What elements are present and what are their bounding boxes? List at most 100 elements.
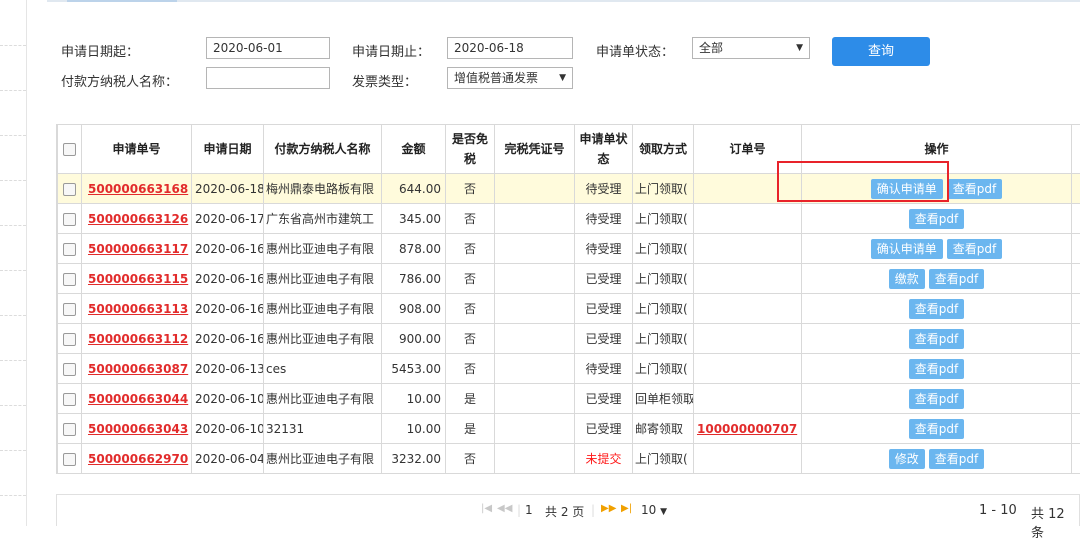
apply-no-link[interactable]: 500000663117	[82, 234, 192, 264]
pickup-method-cell: 上门领取(	[633, 204, 694, 234]
extra-cell	[1072, 414, 1080, 444]
ops-cell: 查看pdf	[802, 324, 1072, 354]
tax-free-cell: 否	[446, 174, 495, 204]
row-checkbox[interactable]	[63, 393, 76, 406]
extra-cell	[1072, 384, 1080, 414]
order-no-link[interactable]: 100000000707	[694, 414, 802, 444]
payer-name-cell: ces	[264, 354, 382, 384]
row-select-cell[interactable]	[58, 324, 82, 354]
extra-cell	[1072, 294, 1080, 324]
table-row[interactable]: 5000006630442020-06-10惠州比亚迪电子有限10.00是已受理…	[58, 384, 1080, 414]
view-pdf-button[interactable]: 查看pdf	[909, 329, 964, 349]
table-row[interactable]: 5000006631172020-06-16惠州比亚迪电子有限878.00否待受…	[58, 234, 1080, 264]
apply-no-link[interactable]: 500000663113	[82, 294, 192, 324]
view-pdf-button[interactable]: 查看pdf	[909, 299, 964, 319]
header-amount[interactable]: 金额	[382, 125, 446, 174]
total-count-text: 共 12 条	[1031, 503, 1079, 541]
table-row[interactable]: 5000006631122020-06-16惠州比亚迪电子有限900.00否已受…	[58, 324, 1080, 354]
header-order-no[interactable]: 订单号	[694, 125, 802, 174]
first-page-icon[interactable]: |◀	[481, 503, 492, 514]
table-row[interactable]: 5000006631682020-06-18梅州鼎泰电路板有限644.00否待受…	[58, 174, 1080, 204]
header-pickup[interactable]: 领取方式	[633, 125, 694, 174]
row-select-cell[interactable]	[58, 204, 82, 234]
apply-no-link[interactable]: 500000663087	[82, 354, 192, 384]
payer-name-input[interactable]	[206, 67, 330, 89]
sidebar-divider	[0, 225, 26, 226]
row-select-cell[interactable]	[58, 354, 82, 384]
table-row[interactable]: 5000006631152020-06-16惠州比亚迪电子有限786.00否已受…	[58, 264, 1080, 294]
row-checkbox[interactable]	[63, 453, 76, 466]
header-status-line1: 申请单状	[575, 129, 632, 149]
apply-date-cell: 2020-06-10	[192, 384, 264, 414]
view-pdf-button[interactable]: 查看pdf	[909, 359, 964, 379]
edit-button[interactable]: 修改	[889, 449, 925, 469]
apply-no-link[interactable]: 500000663168	[82, 174, 192, 204]
row-select-cell[interactable]	[58, 294, 82, 324]
apply-no-link[interactable]: 500000663112	[82, 324, 192, 354]
date-to-input[interactable]: 2020-06-18	[447, 37, 573, 59]
pay-button[interactable]: 缴款	[889, 269, 925, 289]
view-pdf-button[interactable]: 查看pdf	[929, 449, 984, 469]
next-page-icon[interactable]: ▶▶	[601, 503, 616, 514]
page-size-select[interactable]: 10 ▼	[641, 503, 667, 517]
row-checkbox[interactable]	[63, 273, 76, 286]
current-page-input[interactable]: 1	[525, 503, 533, 517]
table-row[interactable]: 5000006630872020-06-13ces5453.00否待受理上门领取…	[58, 354, 1080, 384]
header-tax-free[interactable]: 是否免税	[446, 125, 495, 174]
date-from-input[interactable]: 2020-06-01	[206, 37, 330, 59]
header-ops: 操作	[802, 125, 1072, 174]
header-status[interactable]: 申请单状态	[575, 125, 633, 174]
table-row[interactable]: 5000006631132020-06-16惠州比亚迪电子有限908.00否已受…	[58, 294, 1080, 324]
header-payer[interactable]: 付款方纳税人名称	[264, 125, 382, 174]
view-pdf-button[interactable]: 查看pdf	[909, 209, 964, 229]
query-button[interactable]: 查询	[832, 37, 930, 66]
view-pdf-button[interactable]: 查看pdf	[947, 239, 1002, 259]
row-checkbox[interactable]	[63, 243, 76, 256]
table-row[interactable]: 5000006629702020-06-04惠州比亚迪电子有限3232.00否未…	[58, 444, 1080, 474]
tax-free-cell: 否	[446, 264, 495, 294]
prev-page-icon[interactable]: ◀◀	[497, 503, 512, 514]
confirm-application-button[interactable]: 确认申请单	[871, 179, 943, 199]
status-select[interactable]: 全部 ▼	[692, 37, 810, 59]
row-select-cell[interactable]	[58, 174, 82, 204]
apply-no-link[interactable]: 500000663043	[82, 414, 192, 444]
view-pdf-button[interactable]: 查看pdf	[909, 419, 964, 439]
header-apply-no[interactable]: 申请单号	[82, 125, 192, 174]
apply-date-cell: 2020-06-16	[192, 294, 264, 324]
table-row[interactable]: 5000006631262020-06-17广东省高州市建筑工345.00否待受…	[58, 204, 1080, 234]
select-all-cell[interactable]	[58, 125, 82, 174]
confirm-application-button[interactable]: 确认申请单	[871, 239, 943, 259]
ops-cell: 查看pdf	[802, 384, 1072, 414]
select-all-checkbox[interactable]	[63, 143, 76, 156]
row-checkbox[interactable]	[63, 303, 76, 316]
tax-voucher-cell	[495, 264, 575, 294]
view-pdf-button[interactable]: 查看pdf	[929, 269, 984, 289]
apply-no-link[interactable]: 500000663044	[82, 384, 192, 414]
row-select-cell[interactable]	[58, 414, 82, 444]
tax-free-cell: 否	[446, 444, 495, 474]
row-select-cell[interactable]	[58, 264, 82, 294]
row-checkbox[interactable]	[63, 423, 76, 436]
view-pdf-button[interactable]: 查看pdf	[909, 389, 964, 409]
row-checkbox[interactable]	[63, 333, 76, 346]
header-tax-voucher[interactable]: 完税凭证号	[495, 125, 575, 174]
ops-cell: 查看pdf	[802, 294, 1072, 324]
view-pdf-button[interactable]: 查看pdf	[947, 179, 1002, 199]
apply-no-link[interactable]: 500000663115	[82, 264, 192, 294]
payer-name-cell: 惠州比亚迪电子有限	[264, 264, 382, 294]
pickup-method-cell: 上门领取(	[633, 294, 694, 324]
table-row[interactable]: 5000006630432020-06-103213110.00是已受理邮寄领取…	[58, 414, 1080, 444]
amount-cell: 900.00	[382, 324, 446, 354]
payer-name-cell: 32131	[264, 414, 382, 444]
row-checkbox[interactable]	[63, 213, 76, 226]
invoice-type-select[interactable]: 增值税普通发票 ▼	[447, 67, 573, 89]
row-checkbox[interactable]	[63, 363, 76, 376]
row-select-cell[interactable]	[58, 444, 82, 474]
last-page-icon[interactable]: ▶|	[621, 503, 632, 514]
row-checkbox[interactable]	[63, 183, 76, 196]
header-apply-date[interactable]: 申请日期	[192, 125, 264, 174]
row-select-cell[interactable]	[58, 234, 82, 264]
apply-no-link[interactable]: 500000662970	[82, 444, 192, 474]
apply-no-link[interactable]: 500000663126	[82, 204, 192, 234]
row-select-cell[interactable]	[58, 384, 82, 414]
